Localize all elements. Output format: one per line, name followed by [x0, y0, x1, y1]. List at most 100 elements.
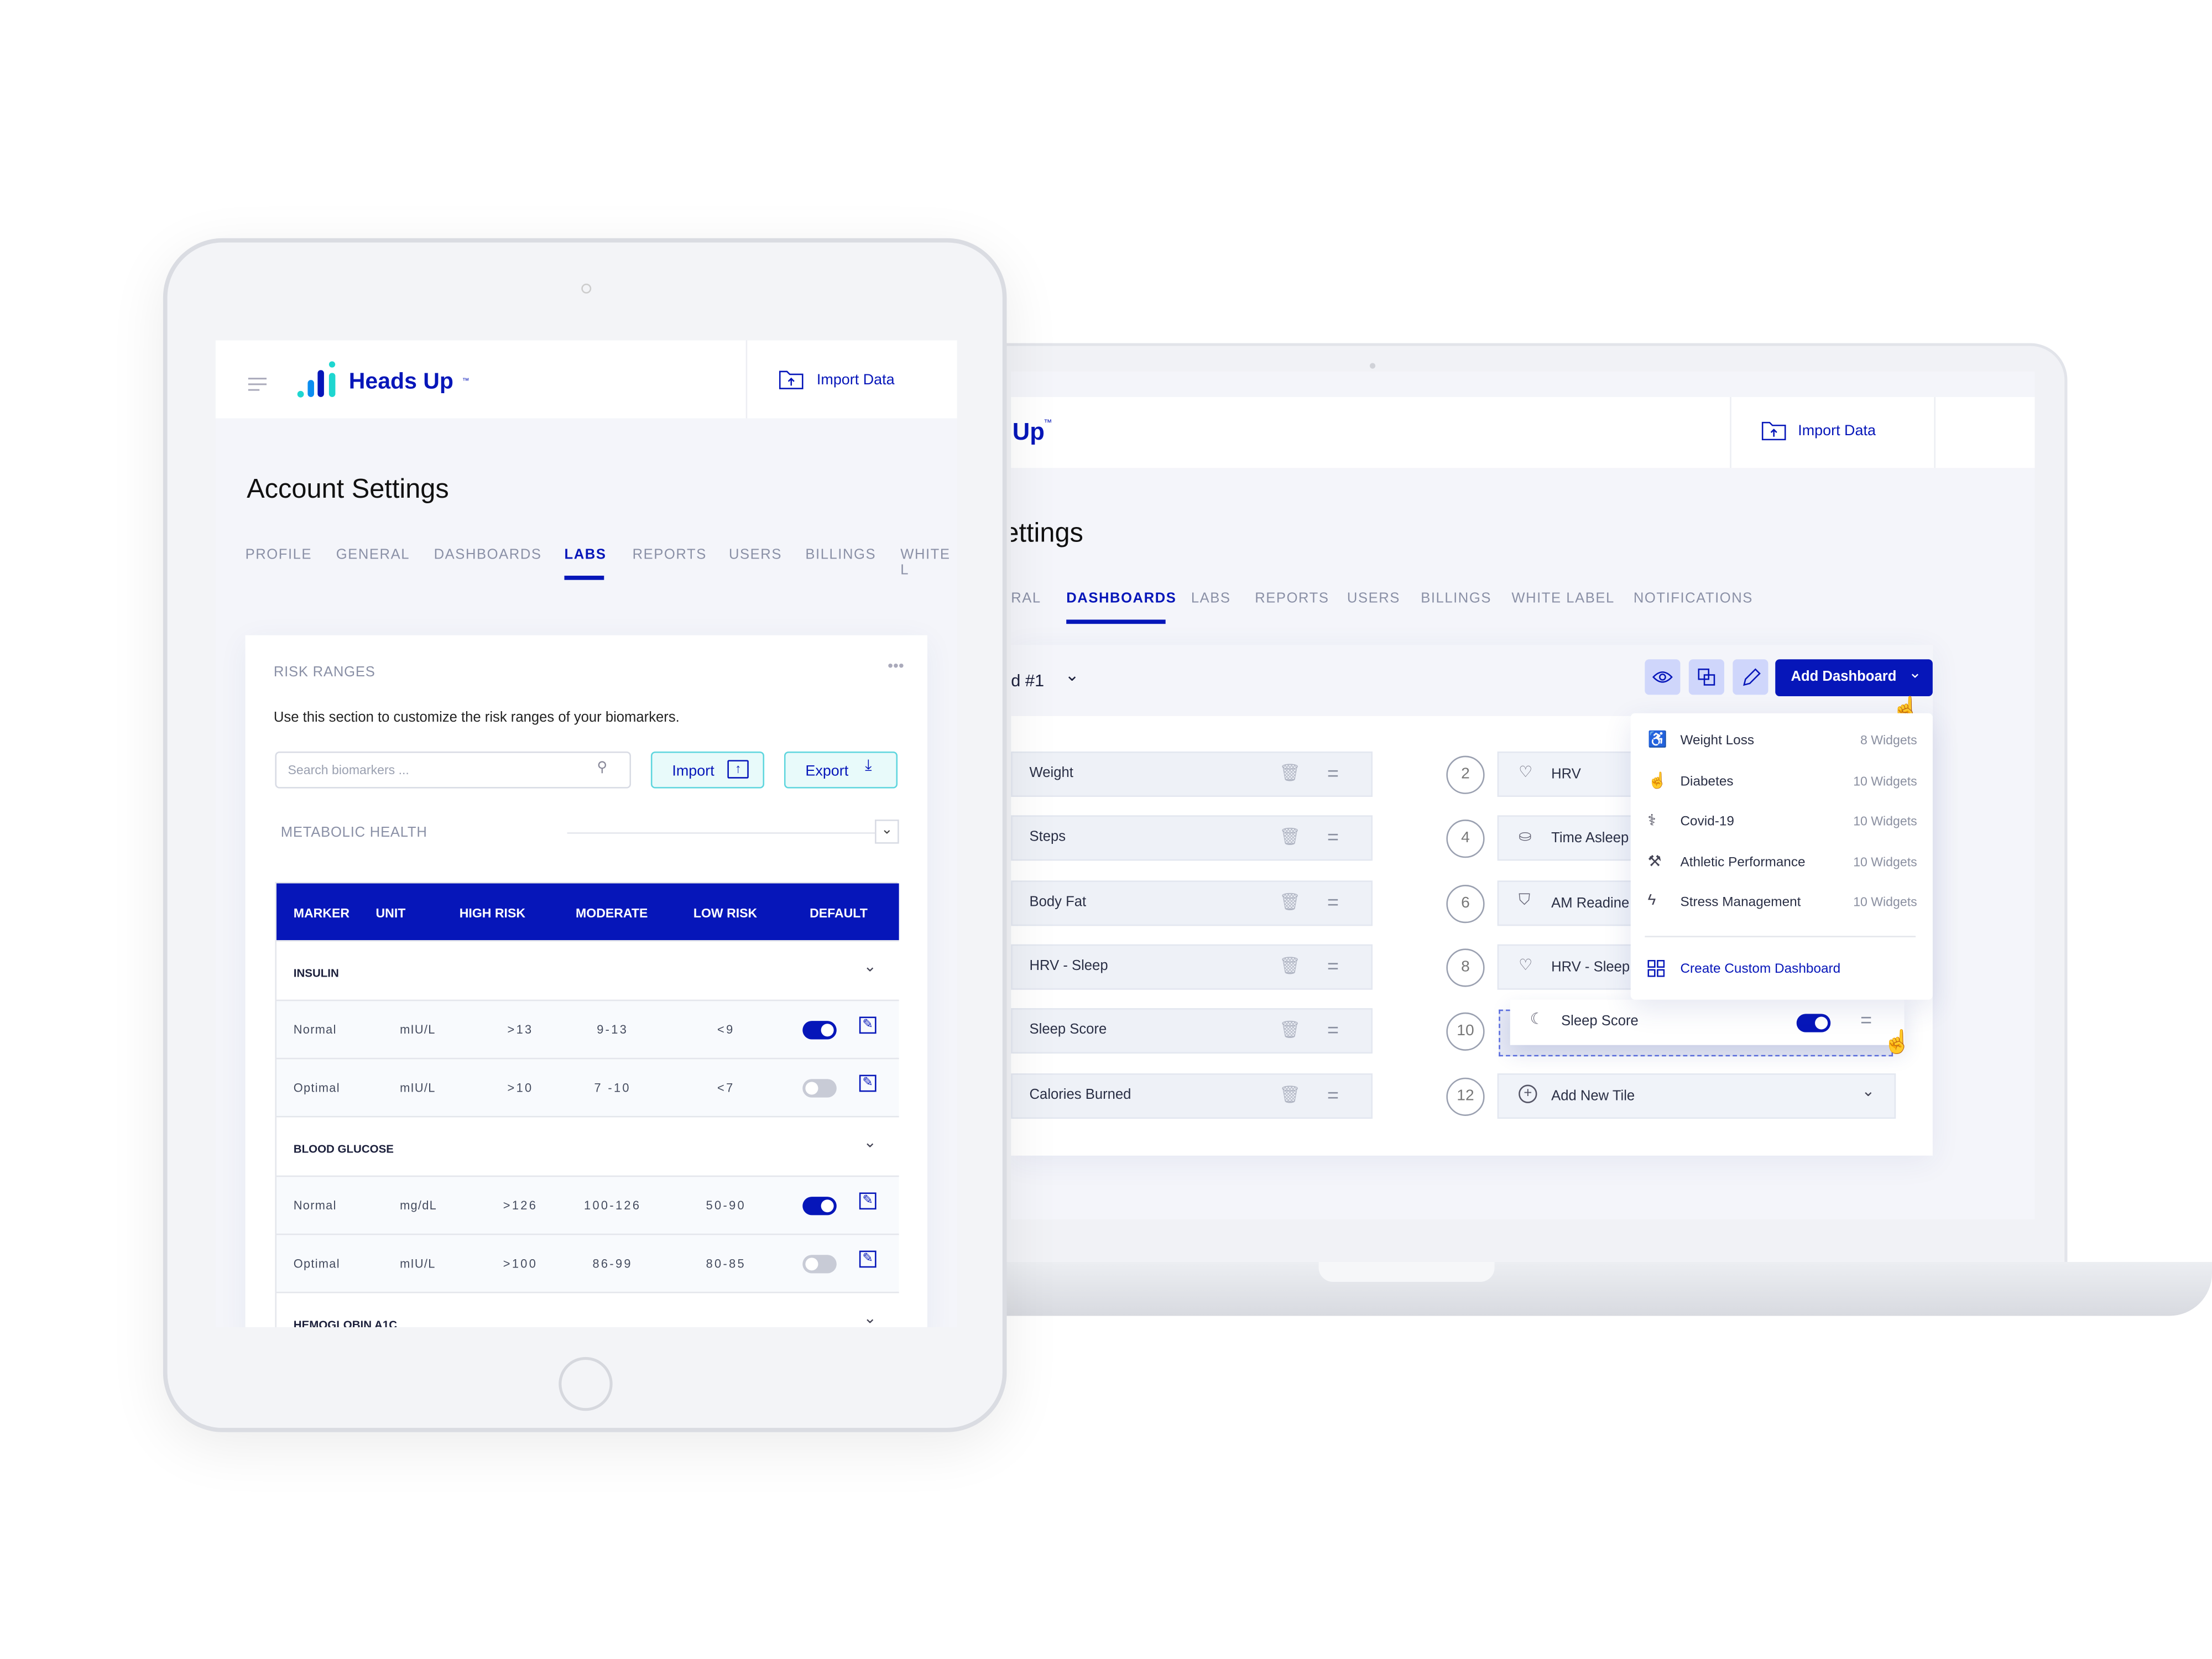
tile[interactable]: ⛀ Time Asleep — [1497, 815, 1640, 861]
tab-users[interactable]: USERS — [729, 547, 782, 563]
tile[interactable]: HRV - Sleep 🗑 = — [1011, 944, 1373, 990]
trash-icon[interactable]: 🗑 — [1279, 892, 1301, 912]
tile[interactable]: Body Fat 🗑 = — [1011, 880, 1373, 926]
table-row: Optimal mIU/L >100 86-99 80-85 ✎ — [276, 1233, 899, 1292]
drag-handle-icon[interactable]: = — [1327, 1018, 1339, 1041]
dashboard-select[interactable]: d #1 ⌄ — [1011, 665, 1096, 696]
import-button[interactable]: Import ↑ — [650, 751, 765, 789]
tile-position-number: 2 — [1446, 755, 1485, 794]
default-toggle[interactable] — [802, 1255, 837, 1274]
group-row[interactable]: INSULIN ⌄ — [276, 940, 899, 1000]
menu-button[interactable] — [248, 373, 267, 391]
tab-labs[interactable]: LABS — [565, 547, 607, 563]
section-collapse-button[interactable]: ⌄ — [875, 820, 899, 844]
shield-check-icon: ⛉ — [1519, 891, 1531, 909]
tile-label: Weight — [1029, 765, 1073, 781]
dropdown-item[interactable]: ♿ Weight Loss 8 Widgets — [1647, 729, 1917, 757]
drag-handle-icon[interactable]: = — [1327, 890, 1339, 913]
cell-low: <7 — [717, 1080, 735, 1095]
edit-icon[interactable]: ✎ — [859, 1192, 877, 1210]
group-row[interactable]: HEMOGLOBIN A1C ⌄ — [276, 1291, 899, 1327]
import-data-label: Import Data — [816, 371, 895, 389]
preview-button[interactable] — [1645, 659, 1681, 695]
add-dashboard-button[interactable]: Add Dashboard ⌄ — [1775, 659, 1933, 696]
trash-icon[interactable]: 🗑 — [1279, 956, 1301, 975]
tab-labs[interactable]: LABS — [1191, 591, 1231, 607]
tile-label: Time Asleep — [1551, 831, 1629, 847]
tab-users[interactable]: USERS — [1347, 591, 1400, 607]
default-toggle[interactable] — [802, 1021, 837, 1040]
drag-handle-icon[interactable]: = — [1327, 761, 1339, 784]
heart-pulse-icon: ♡ — [1519, 764, 1533, 781]
trash-icon[interactable]: 🗑 — [1279, 1085, 1301, 1105]
tab-profile[interactable]: PROFILE — [246, 547, 312, 563]
edit-button[interactable] — [1733, 659, 1768, 695]
edit-icon[interactable]: ✎ — [859, 1074, 877, 1092]
toggle-knob — [821, 1199, 834, 1213]
trash-icon[interactable]: 🗑 — [1279, 827, 1301, 847]
dropdown-item[interactable]: ϟ Stress Management 10 Widgets — [1647, 891, 1917, 919]
group-row[interactable]: BLOOD GLUCOSE ⌄ — [276, 1115, 899, 1176]
drag-handle-icon[interactable]: = — [1327, 1083, 1339, 1106]
more-options-button[interactable]: ••• — [888, 658, 904, 675]
tab-dashboards[interactable]: DASHBOARDS — [1066, 591, 1176, 607]
dropdown-item[interactable]: ⚕ Covid-19 10 Widgets — [1647, 810, 1917, 838]
drag-handle-icon[interactable]: = — [1327, 825, 1339, 848]
pills-icon: ⚕ — [1647, 812, 1656, 830]
tile[interactable]: Calories Burned 🗑 = — [1011, 1073, 1373, 1119]
drag-handle-icon[interactable]: = — [1860, 1008, 1872, 1031]
tab-white-label[interactable]: WHITE LABEL — [1511, 591, 1614, 607]
import-data-button[interactable]: Import Data — [779, 367, 935, 395]
chevron-down-icon[interactable]: ⌄ — [864, 957, 877, 975]
dropdown-item[interactable]: ⚒ Athletic Performance 10 Widgets — [1647, 851, 1917, 879]
tab-dashboards[interactable]: DASHBOARDS — [434, 547, 542, 563]
group-name: HEMOGLOBIN A1C — [293, 1318, 398, 1327]
edit-icon[interactable]: ✎ — [859, 1250, 877, 1268]
drag-handle-icon[interactable]: = — [1327, 954, 1339, 977]
tile[interactable]: Steps 🗑 = — [1011, 815, 1373, 861]
chevron-down-icon[interactable]: ⌄ — [864, 1309, 877, 1327]
tab-white-l[interactable]: WHITE L — [900, 547, 957, 578]
tab-notifications[interactable]: NOTIFICATIONS — [1634, 591, 1753, 607]
logo-text: Up — [1012, 418, 1045, 446]
search-placeholder: Search biomarkers ... — [288, 763, 409, 778]
default-toggle[interactable] — [802, 1079, 837, 1098]
import-data-button[interactable]: Import Data — [1761, 418, 1903, 446]
tab-billings[interactable]: BILLINGS — [805, 547, 876, 563]
chevron-down-icon[interactable]: ⌄ — [864, 1133, 877, 1151]
tile[interactable]: ♡ HRV — [1497, 751, 1640, 797]
tile[interactable]: ♡ HRV - Sleep — [1497, 944, 1640, 990]
tab-ral[interactable]: RAL — [1011, 591, 1041, 607]
cell-moderate: 7 -10 — [594, 1080, 631, 1095]
active-tab-indicator — [564, 576, 604, 580]
tile-dragging[interactable]: ☾ Sleep Score = ☝ — [1510, 999, 1911, 1055]
duplicate-button[interactable] — [1688, 659, 1724, 695]
tile[interactable]: ⛉ AM Readine — [1497, 880, 1640, 926]
cell-marker: Normal — [293, 1198, 337, 1213]
group-name: INSULIN — [293, 967, 339, 980]
cell-low: 50-90 — [706, 1198, 747, 1213]
add-new-tile-select[interactable]: + Add New Tile ⌄ — [1497, 1073, 1896, 1119]
dropdown-item[interactable]: ☝ Diabetes 10 Widgets — [1647, 769, 1917, 797]
trash-icon[interactable]: 🗑 — [1279, 1020, 1301, 1040]
tab-reports[interactable]: REPORTS — [633, 547, 707, 563]
trash-icon[interactable]: 🗑 — [1279, 763, 1301, 782]
table-row: Normal mIU/L >13 9-13 <9 ✎ — [276, 999, 899, 1058]
heads-up-logo-icon — [297, 361, 336, 398]
tab-billings[interactable]: BILLINGS — [1421, 591, 1491, 607]
tile-position-number: 10 — [1446, 1012, 1485, 1051]
tab-reports[interactable]: REPORTS — [1255, 591, 1329, 607]
edit-icon[interactable]: ✎ — [859, 1016, 877, 1034]
default-toggle[interactable] — [802, 1197, 837, 1215]
create-custom-dashboard[interactable]: Create Custom Dashboard — [1647, 958, 1917, 981]
tab-general[interactable]: GENERAL — [336, 547, 410, 563]
tile-label: Body Fat — [1029, 894, 1087, 911]
trademark: ™ — [1044, 419, 1052, 429]
search-input[interactable]: Search biomarkers ... ⚲ — [275, 751, 632, 789]
tile[interactable]: Sleep Score 🗑 = — [1011, 1008, 1373, 1054]
export-button[interactable]: Export ⤓ — [784, 751, 898, 789]
widget-count: 10 Widgets — [1853, 814, 1917, 828]
tile[interactable]: Weight 🗑 = — [1011, 751, 1373, 797]
tile-toggle[interactable] — [1796, 1014, 1831, 1032]
cell-marker: Normal — [293, 1022, 337, 1037]
